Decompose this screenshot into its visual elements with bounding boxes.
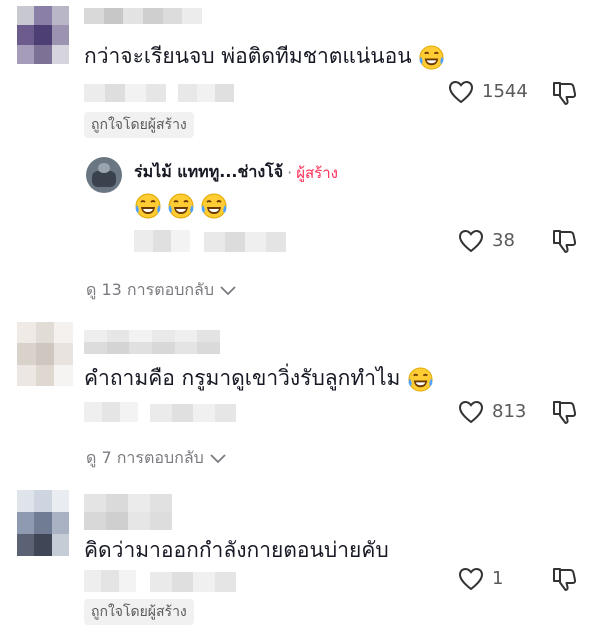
- like-count: 1: [492, 568, 504, 589]
- reply-link[interactable]: [150, 572, 236, 592]
- laughing-tears-emoji: [419, 44, 444, 70]
- separator-dot: ·: [287, 163, 293, 182]
- chevron-down-icon: [210, 453, 226, 463]
- reply-author-name[interactable]: ร่มไม้ แทททู...ช่างโจ้: [134, 160, 283, 185]
- view-replies-label: ดู 13 การตอบกลับ: [86, 280, 214, 299]
- avatar[interactable]: [17, 6, 69, 64]
- comment-text: กว่าจะเรียนจบ พ่อติดทีมชาตแน่นอน: [84, 42, 445, 71]
- timestamp: [84, 570, 136, 592]
- avatar[interactable]: [17, 322, 73, 386]
- laughing-tears-emoji: [135, 193, 161, 219]
- reply-link[interactable]: [178, 84, 234, 102]
- laughing-tears-emoji: [201, 193, 227, 219]
- username[interactable]: [84, 494, 172, 530]
- comment-text: คิดว่ามาออกกำลังกายตอนบ่ายคับ: [84, 536, 389, 564]
- like-count: 1544: [482, 81, 528, 102]
- laughing-tears-emoji: [408, 366, 433, 392]
- reply-text: [134, 192, 228, 220]
- heart-outline-icon[interactable]: [458, 400, 484, 424]
- thumbs-down-icon[interactable]: [551, 566, 577, 592]
- laughing-tears-emoji: [168, 193, 194, 219]
- reply-link[interactable]: [150, 404, 236, 422]
- avatar[interactable]: [17, 490, 69, 556]
- view-replies-button[interactable]: ดู 13 การตอบกลับ: [86, 278, 236, 303]
- reply-reply-link[interactable]: [204, 232, 286, 252]
- comment-text-content: กว่าจะเรียนจบ พ่อติดทีมชาตแน่นอน: [84, 44, 412, 68]
- view-replies-label: ดู 7 การตอบกลับ: [86, 448, 204, 467]
- creator-liked-badge: ถูกใจโดยผู้สร้าง: [84, 112, 194, 138]
- creator-liked-badge: ถูกใจโดยผู้สร้าง: [84, 599, 194, 625]
- creator-label: ผู้สร้าง: [296, 163, 338, 182]
- comment-text-content: คำถามคือ กรูมาดูเขาวิ่งรับลูกทำไม: [84, 366, 401, 390]
- reply-header: ร่มไม้ แทททู...ช่างโจ้ · ผู้สร้าง: [134, 160, 338, 185]
- chevron-down-icon: [220, 285, 236, 295]
- heart-outline-icon[interactable]: [458, 567, 484, 591]
- reply-avatar[interactable]: [86, 157, 122, 193]
- comment-text: คำถามคือ กรูมาดูเขาวิ่งรับลูกทำไม: [84, 364, 434, 393]
- thumbs-down-icon[interactable]: [551, 80, 577, 106]
- heart-outline-icon[interactable]: [448, 80, 474, 104]
- username[interactable]: [84, 8, 202, 24]
- like-count: 813: [492, 401, 527, 422]
- timestamp: [84, 84, 166, 102]
- heart-outline-icon[interactable]: [458, 229, 484, 253]
- timestamp: [84, 402, 138, 422]
- username[interactable]: [84, 330, 220, 354]
- comment-text-content: คิดว่ามาออกกำลังกายตอนบ่ายคับ: [84, 538, 389, 562]
- thumbs-down-icon[interactable]: [551, 399, 577, 425]
- reply-like-count: 38: [492, 230, 515, 251]
- thumbs-down-icon[interactable]: [551, 228, 577, 254]
- view-replies-button[interactable]: ดู 7 การตอบกลับ: [86, 446, 226, 471]
- reply-timestamp: [134, 230, 190, 252]
